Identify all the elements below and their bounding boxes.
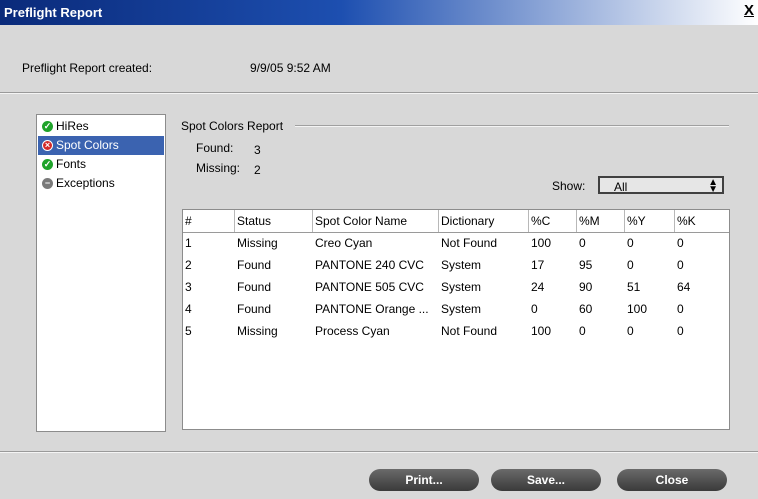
column-header[interactable]: %Y <box>625 210 675 232</box>
table-cell: PANTONE Orange ... <box>315 302 429 316</box>
table-cell: Process Cyan <box>315 324 390 338</box>
table-cell: PANTONE 505 CVC <box>315 280 424 294</box>
column-header[interactable]: Dictionary <box>439 210 529 232</box>
table-cell: Missing <box>237 236 278 250</box>
table-cell: Creo Cyan <box>315 236 373 250</box>
table-row[interactable]: 4 Found PANTONE Orange ... System 0 60 1… <box>183 298 729 320</box>
table-row[interactable]: 1 Missing Creo Cyan Not Found 100 0 0 0 <box>183 232 729 254</box>
table-cell: 90 <box>579 280 593 294</box>
table-cell: 0 <box>627 324 634 338</box>
nav-item-label: Fonts <box>56 157 87 171</box>
nav-item-hires[interactable]: ✓ HiRes <box>38 117 164 136</box>
table-cell: 2 <box>185 258 192 272</box>
table-cell: 4 <box>185 302 192 316</box>
window-title: Preflight Report <box>4 5 103 20</box>
divider <box>0 451 758 453</box>
column-header[interactable]: %K <box>675 210 729 232</box>
table-cell: System <box>441 258 482 272</box>
table-cell: Found <box>237 302 272 316</box>
column-header[interactable]: %M <box>577 210 625 232</box>
found-label: Found: <box>196 141 234 155</box>
table-cell: 60 <box>579 302 593 316</box>
check-icon: ✓ <box>42 159 53 170</box>
created-value: 9/9/05 9:52 AM <box>250 61 331 75</box>
table-cell: 100 <box>531 324 552 338</box>
table-row[interactable]: 2 Found PANTONE 240 CVC System 17 95 0 0 <box>183 254 729 276</box>
table-cell: 0 <box>677 236 684 250</box>
nav-item-exceptions[interactable]: − Exceptions <box>38 174 164 193</box>
table-cell: 0 <box>677 324 684 338</box>
title-bar: Preflight Report X <box>0 0 758 25</box>
table-row[interactable]: 3 Found PANTONE 505 CVC System 24 90 51 … <box>183 276 729 298</box>
table-cell: 0 <box>579 236 586 250</box>
nav-item-spot-colors[interactable]: × Spot Colors <box>38 136 164 155</box>
table-cell: 1 <box>185 236 192 250</box>
table-cell: 100 <box>627 302 648 316</box>
error-icon: × <box>42 140 53 151</box>
table-cell: 17 <box>531 258 545 272</box>
table-cell: 24 <box>531 280 545 294</box>
divider <box>0 92 758 94</box>
table-cell: 0 <box>677 258 684 272</box>
table-row[interactable]: 5 Missing Process Cyan Not Found 100 0 0… <box>183 320 729 342</box>
table-cell: Found <box>237 258 272 272</box>
table-cell: Not Found <box>441 236 498 250</box>
table-cell: 5 <box>185 324 192 338</box>
found-count: 3 <box>254 143 261 157</box>
minus-icon: − <box>42 178 53 189</box>
table-cell: 3 <box>185 280 192 294</box>
column-header[interactable]: %C <box>529 210 577 232</box>
close-icon[interactable]: X <box>742 3 756 19</box>
spot-colors-table: # Status Spot Color Name Dictionary %C %… <box>182 209 730 430</box>
table-cell: 0 <box>627 236 634 250</box>
table-cell: 100 <box>531 236 552 250</box>
close-button[interactable]: Close <box>617 469 727 491</box>
table-cell: PANTONE 240 CVC <box>315 258 424 272</box>
column-header[interactable]: # <box>183 210 235 232</box>
table-cell: Not Found <box>441 324 498 338</box>
table-cell: System <box>441 280 482 294</box>
table-cell: System <box>441 302 482 316</box>
missing-label: Missing: <box>196 161 241 175</box>
nav-item-fonts[interactable]: ✓ Fonts <box>38 155 164 174</box>
show-filter-select[interactable]: All ▲ ▼ <box>598 176 724 195</box>
column-header[interactable]: Spot Color Name <box>313 210 439 232</box>
nav-item-label: HiRes <box>56 119 89 133</box>
column-header[interactable]: Status <box>235 210 313 232</box>
report-category-list: ✓ HiRes × Spot Colors ✓ Fonts − Exceptio… <box>36 114 166 432</box>
table-cell: Found <box>237 280 272 294</box>
table-cell: 0 <box>677 302 684 316</box>
print-button[interactable]: Print... <box>369 469 479 491</box>
report-title: Spot Colors Report <box>181 119 284 133</box>
save-button[interactable]: Save... <box>491 469 601 491</box>
table-cell: 0 <box>579 324 586 338</box>
created-label: Preflight Report created: <box>22 61 153 75</box>
report-title-rule <box>295 125 729 127</box>
table-cell: 0 <box>531 302 538 316</box>
nav-item-label: Exceptions <box>56 176 115 190</box>
table-header: # Status Spot Color Name Dictionary %C %… <box>183 210 729 233</box>
check-icon: ✓ <box>42 121 53 132</box>
table-cell: Missing <box>237 324 278 338</box>
missing-count: 2 <box>254 163 261 177</box>
nav-item-label: Spot Colors <box>56 138 119 152</box>
table-cell: 95 <box>579 258 593 272</box>
show-filter-value: All <box>614 180 628 194</box>
table-cell: 51 <box>627 280 641 294</box>
table-cell: 64 <box>677 280 691 294</box>
show-label: Show: <box>552 179 586 193</box>
table-cell: 0 <box>627 258 634 272</box>
up-down-arrows-icon: ▲ ▼ <box>708 177 718 195</box>
